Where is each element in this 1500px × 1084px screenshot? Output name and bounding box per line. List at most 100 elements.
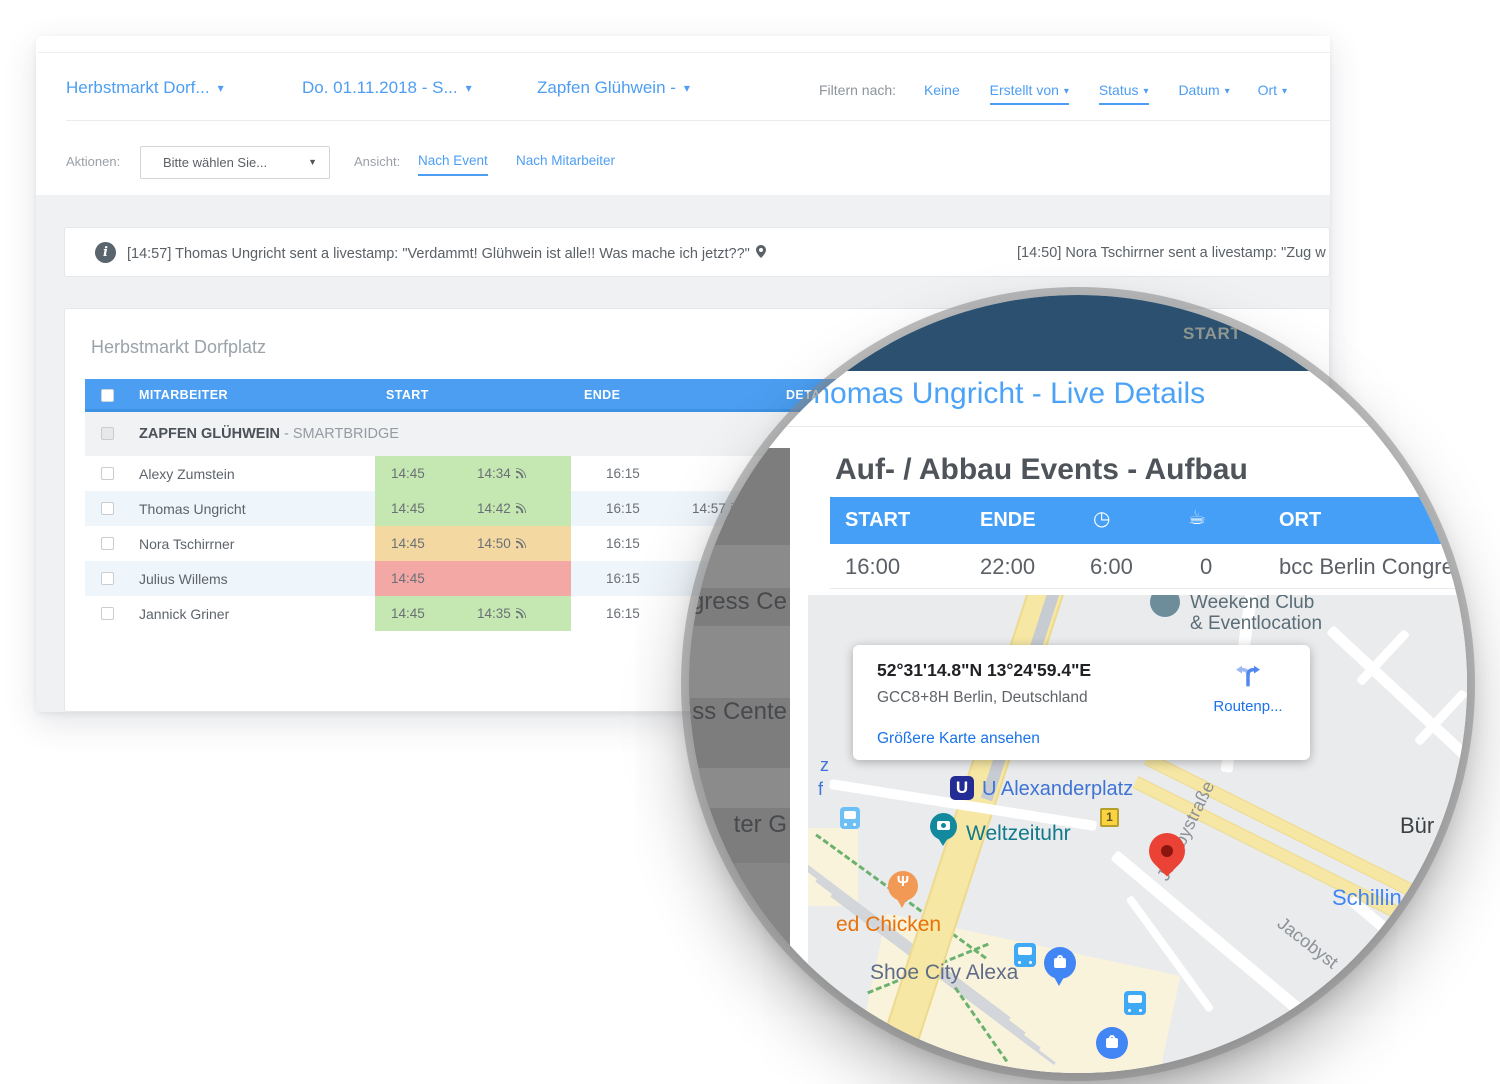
backdrop-row-stripe [689, 768, 790, 808]
shift-dropdown[interactable]: Zapfen Glühwein - ▾ [537, 78, 690, 98]
tram-stop-icon[interactable] [840, 807, 860, 829]
backdrop-text-fragment: ss Cente [692, 698, 787, 726]
group-checkbox[interactable] [101, 427, 114, 440]
attraction-pin[interactable] [930, 813, 957, 840]
details-row-divider [830, 588, 1467, 589]
event-dropdown[interactable]: Herbstmarkt Dorf...▾ [66, 78, 224, 98]
employee-name: Julius Willems [139, 571, 228, 587]
attraction-label: Weltzeituhr [966, 822, 1071, 846]
end-planned: 16:15 [606, 606, 640, 621]
shop-pin[interactable] [1044, 947, 1076, 979]
livestamp-icon [515, 467, 526, 482]
livestamp-notification-bar: i [14:57] Thomas Ungricht sent a livesta… [64, 227, 1330, 277]
select-all-checkbox[interactable] [101, 389, 114, 402]
start-actual: 14:35 [477, 606, 526, 622]
larger-map-link[interactable]: Größere Karte ansehen [877, 730, 1040, 748]
livestamp-icon [515, 537, 526, 552]
start-status-cell: 14:45 [375, 561, 571, 596]
actions-select[interactable]: Bitte wählen Sie... ▼ [140, 146, 330, 179]
filter-none[interactable]: Keine [924, 82, 960, 98]
end-planned: 16:15 [606, 501, 640, 516]
start-planned: 14:45 [391, 606, 425, 621]
clock-icon: ◷ [1093, 506, 1110, 530]
chevron-down-icon: ▾ [466, 81, 472, 95]
road-number-badge: 1 [1100, 808, 1119, 827]
shift-dropdown-label: Zapfen Glühwein - [537, 78, 676, 97]
club-poi-label: Weekend Club [1190, 595, 1314, 614]
map-info-window: 52°31'14.8"N 13°24'59.4"E GCC8+8H Berlin… [853, 645, 1310, 760]
station-label: Schillin [1332, 885, 1402, 911]
employee-name: Nora Tschirrner [139, 536, 234, 552]
detail-location: bcc Berlin Congress [1279, 554, 1467, 580]
livestamp-icon [515, 502, 526, 517]
ubahn-logo[interactable]: U [950, 776, 974, 800]
row-checkbox[interactable] [101, 502, 114, 515]
livestamp-message-left: [14:57] Thomas Ungricht sent a livestamp… [127, 245, 766, 262]
chevron-down-icon: ▾ [684, 81, 690, 95]
start-planned: 14:45 [391, 536, 425, 551]
map-canvas[interactable]: Weekend Club & Eventlocation z f U U Ale… [808, 595, 1467, 1073]
view-by-employee-tab[interactable]: Nach Mitarbeiter [516, 153, 615, 168]
directions-label: Routenp... [1196, 698, 1300, 715]
restaurant-pin[interactable]: Ψ [888, 871, 918, 901]
street-name-label: Jacobyst [1273, 913, 1342, 973]
backdrop-text-fragment: gress Ce [691, 588, 787, 616]
filter-label: Filtern nach: [819, 82, 896, 98]
column-employee[interactable]: MITARBEITER [139, 388, 228, 402]
detail-end: 22:00 [980, 554, 1035, 580]
detail-start: 16:00 [845, 554, 900, 580]
end-planned: 16:15 [606, 571, 640, 586]
view-by-event-tab[interactable]: Nach Event [418, 153, 488, 176]
filter-location[interactable]: Ort▾ [1258, 82, 1287, 98]
row-checkbox[interactable] [101, 607, 114, 620]
header-divider [66, 120, 1330, 121]
filter-created-by[interactable]: Erstellt von▾ [990, 82, 1069, 105]
info-icon: i [95, 242, 116, 263]
restaurant-label: ed Chicken [836, 913, 941, 937]
start-actual: 14:50 [477, 536, 526, 552]
employee-name: Alexy Zumstein [139, 466, 235, 482]
column-start[interactable]: START [386, 388, 429, 402]
club-poi-pin[interactable] [1150, 595, 1180, 617]
chevron-down-icon: ▾ [1225, 86, 1230, 97]
start-planned: 14:45 [391, 466, 425, 481]
shop-pin[interactable] [1096, 1027, 1128, 1059]
coordinates-title: 52°31'14.8"N 13°24'59.4"E [877, 660, 1091, 681]
row-checkbox[interactable] [101, 537, 114, 550]
bus-stop-icon[interactable] [1124, 991, 1146, 1015]
row-checkbox[interactable] [101, 572, 114, 585]
backdrop-row-stripe [689, 626, 790, 698]
start-actual: 14:42 [477, 501, 526, 517]
chevron-down-icon: ▾ [1144, 86, 1149, 97]
top-divider [38, 52, 1330, 53]
start-status-cell: 14:45 14:34 [375, 456, 571, 491]
start-planned: 14:45 [391, 501, 425, 516]
livestamp-message-right: [14:50] Nora Tschirrner sent a livestamp… [1017, 245, 1326, 261]
livestamp-icon [515, 607, 526, 622]
detail-column-end: ENDE [980, 509, 1036, 532]
column-end[interactable]: ENDE [584, 388, 620, 402]
map-label-fragment: z [820, 755, 829, 776]
detail-column-ort: ORT [1279, 509, 1321, 532]
backdrop-row-stripe [689, 863, 790, 945]
filter-date[interactable]: Datum▾ [1178, 82, 1229, 98]
start-status-cell: 14:45 14:42 [375, 491, 571, 526]
filter-status[interactable]: Status▾ [1099, 82, 1149, 105]
end-planned: 16:15 [606, 466, 640, 481]
chevron-down-icon: ▾ [1282, 86, 1287, 97]
page-canvas: Herbstmarkt Dorf...▾ Do. 01.11.2018 - S.… [0, 0, 1500, 1084]
chevron-down-icon: ▾ [218, 81, 224, 95]
detail-breaks: 0 [1200, 554, 1212, 580]
date-dropdown[interactable]: Do. 01.11.2018 - S...▾ [302, 78, 472, 98]
start-actual: 14:34 [477, 466, 526, 482]
plus-code-address: GCC8+8H Berlin, Deutschland [877, 689, 1088, 707]
backdrop-text-fragment: ter G [734, 811, 787, 839]
row-checkbox[interactable] [101, 467, 114, 480]
shop-label: Shoe City Alexa [870, 961, 1018, 985]
district-label: Bür [1400, 813, 1434, 839]
end-planned: 16:15 [606, 536, 640, 551]
coffee-cup-icon: ☕ [1188, 505, 1206, 529]
directions-button[interactable]: Routenp... [1196, 657, 1300, 715]
filter-bar: Filtern nach: Keine Erstellt von▾ Status… [819, 82, 1287, 105]
start-planned: 14:45 [391, 571, 425, 586]
